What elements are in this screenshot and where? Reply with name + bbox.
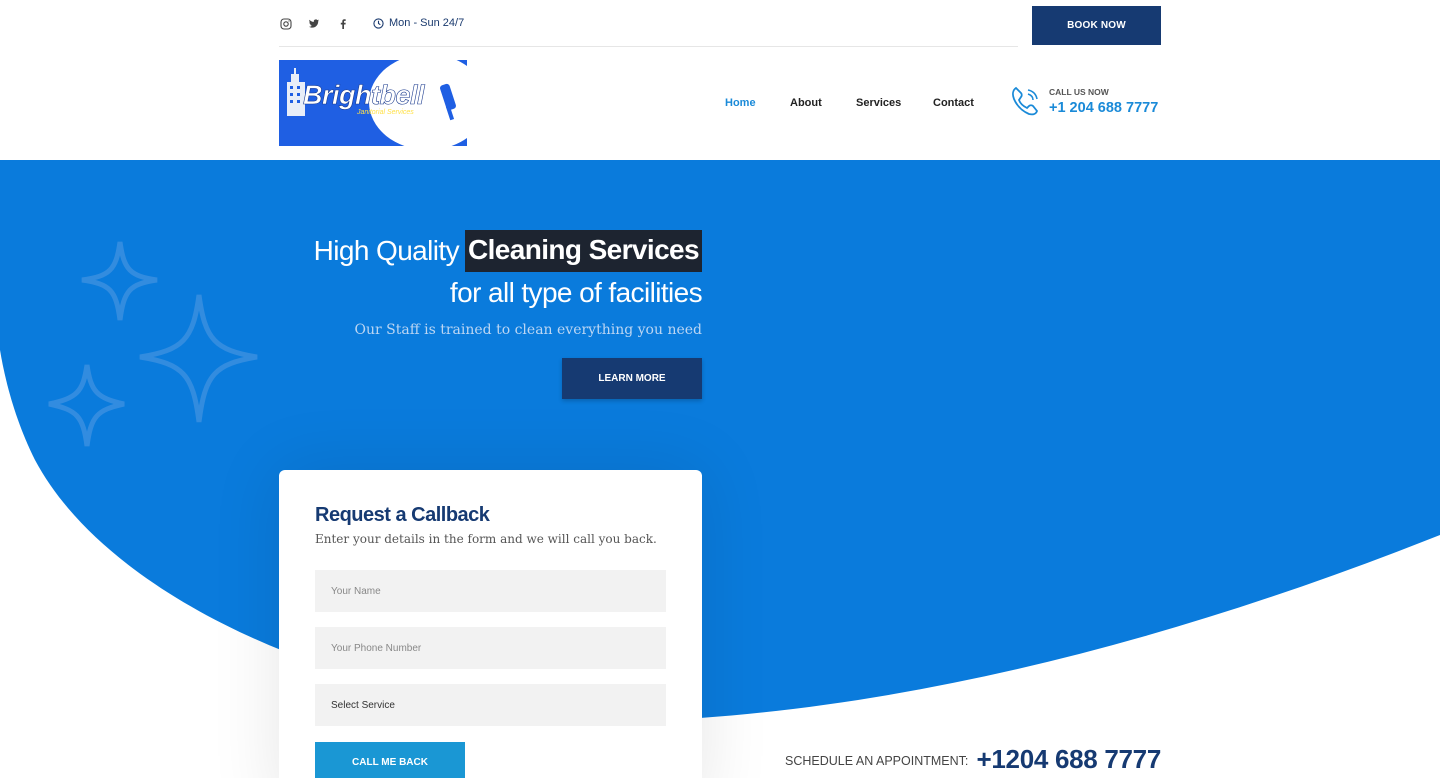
phone-input[interactable] (315, 627, 666, 669)
clock-icon (373, 17, 384, 29)
form-title: Request a Callback (315, 504, 490, 526)
nav-item-contact[interactable]: Contact (933, 97, 974, 109)
logo-name: Brightbell (303, 80, 425, 111)
hero-subtitle: Our Staff is trained to clean everything… (354, 322, 702, 338)
learn-more-button[interactable]: LEARN MORE (562, 358, 702, 399)
name-input[interactable] (315, 570, 666, 612)
phone-icon (1012, 86, 1039, 116)
nav-item-services[interactable]: Services (856, 97, 901, 109)
book-now-button[interactable]: BOOK NOW (1032, 6, 1161, 45)
schedule-number[interactable]: +1204 688 7777 (977, 744, 1162, 775)
service-select[interactable]: Select Service (315, 684, 666, 726)
logo-tagline: Janitorial Services (357, 109, 414, 116)
nav-item-about[interactable]: About (790, 97, 822, 109)
hero-title-highlight: Cleaning Services (464, 230, 702, 272)
call-me-back-button[interactable]: CALL ME BACK (315, 742, 465, 778)
squeegee-icon (440, 83, 456, 121)
call-label: CALL US NOW (1049, 87, 1109, 97)
hero-title: High Quality Cleaning Services (314, 230, 702, 272)
page: Mon - Sun 24/7 BOOK NOW Brightbell Janit… (0, 0, 1440, 778)
hero-title-line2: for all type of facilities (449, 277, 703, 308)
twitter-icon[interactable] (308, 17, 322, 31)
call-number[interactable]: +1 204 688 7777 (1049, 100, 1158, 116)
form-subtitle: Enter your details in the form and we wi… (315, 532, 657, 546)
instagram-icon[interactable] (280, 17, 294, 31)
schedule-label: SCHEDULE AN APPOINTMENT: (785, 754, 969, 768)
hours: Mon - Sun 24/7 (373, 17, 464, 29)
callback-form: Request a Callback Enter your details in… (279, 470, 702, 778)
hero-title-prefix: High Quality (313, 235, 460, 266)
hero-background (0, 160, 1440, 720)
service-select-value: Select Service (331, 699, 395, 711)
facebook-icon[interactable] (337, 17, 351, 31)
logo[interactable]: Brightbell Janitorial Services (279, 60, 467, 146)
hours-text: Mon - Sun 24/7 (389, 17, 465, 29)
call-us[interactable]: CALL US NOW +1 204 688 7777 (1010, 84, 1161, 120)
nav-item-home[interactable]: Home (725, 97, 756, 109)
